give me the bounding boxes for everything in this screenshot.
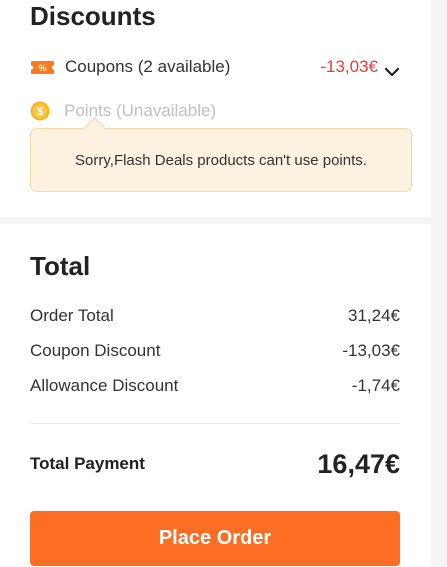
allowance-discount-value: -1,74€: [351, 376, 400, 395]
divider: [30, 423, 400, 424]
total-payment-value: 16,47€: [317, 448, 400, 479]
points-label: Points (Unavailable): [64, 101, 217, 120]
coupon-discount-value: -13,03€: [342, 341, 400, 360]
order-total-row: Order Total 31,24€: [30, 304, 400, 328]
total-section: Total Order Total 31,24€ Coupon Discount…: [0, 224, 431, 567]
coupons-label: Coupons (2 available): [65, 57, 231, 76]
chevron-down-icon[interactable]: [384, 62, 400, 77]
total-title: Total: [30, 251, 91, 281]
allowance-discount-label: Allowance Discount: [30, 376, 179, 395]
total-payment-label: Total Payment: [30, 454, 145, 473]
coupon-discount-label: Coupon Discount: [30, 341, 161, 360]
coupon-icon: %: [30, 60, 55, 75]
discounts-title: Discounts: [30, 1, 156, 31]
total-payment-row: Total Payment 16,47€: [30, 446, 400, 482]
points-row: $ Points (Unavailable): [30, 99, 400, 123]
order-total-label: Order Total: [30, 306, 114, 325]
coupons-row[interactable]: % Coupons (2 available) -13,03€: [30, 55, 400, 79]
allowance-discount-row: Allowance Discount -1,74€: [30, 374, 400, 398]
points-tooltip-text: Sorry,Flash Deals products can't use poi…: [75, 151, 367, 169]
svg-text:%: %: [38, 63, 46, 73]
coupons-amount: -13,03€: [320, 57, 378, 76]
svg-text:$: $: [37, 106, 43, 118]
coin-icon: $: [30, 101, 50, 121]
order-total-value: 31,24€: [348, 306, 400, 325]
points-tooltip: Sorry,Flash Deals products can't use poi…: [30, 116, 412, 192]
place-order-button[interactable]: Place Order: [30, 511, 400, 566]
coupon-discount-row: Coupon Discount -13,03€: [30, 339, 400, 363]
discounts-section: Discounts % Coupons (2 available) -13,03…: [0, 0, 431, 217]
